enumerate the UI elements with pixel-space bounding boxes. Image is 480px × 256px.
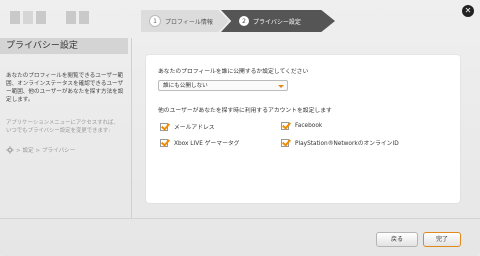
gear-icon [6,146,14,154]
vertical-divider [131,38,132,218]
chevron-down-icon [278,85,284,88]
step-label: プライバシー設定 [253,18,301,26]
step-profile[interactable]: 1 プロフィール情報 [141,10,229,32]
checkbox-email[interactable]: メールアドレス [160,122,215,131]
profile-visibility-select[interactable]: 誰にも公開しない [158,80,288,91]
checkbox-facebook[interactable]: Facebook [281,122,322,130]
dialog: 1 プロフィール情報 2 プライバシー設定 ✕ プライバシー設定 あなたのプロフ… [0,0,480,256]
checkbox-psn[interactable]: PlayStation®NetworkのオンラインID [281,138,399,147]
step-privacy[interactable]: 2 プライバシー設定 [221,10,335,32]
settings-path-text: > 設定 > プライバシー [16,148,76,154]
user-avatar-placeholder [10,11,89,24]
sidebar: プライバシー設定 あなたのプロフィールを閲覧できるユーザー範囲、オンラインステー… [0,38,128,218]
sidebar-title: プライバシー設定 [0,38,128,54]
step-label: プロフィール情報 [165,18,213,26]
checkbox-xbox-live[interactable]: Xbox LIVE ゲーマータグ [160,138,239,147]
done-button[interactable]: 完了 [423,232,461,247]
checkbox-label: メールアドレス [174,125,215,131]
sidebar-hint: アプリケーションメニューにアクセスすれば、いつでもプライバシー設定を変更できます… [6,120,119,134]
close-icon[interactable]: ✕ [462,5,474,17]
checkbox-label: Facebook [295,123,323,129]
step-number: 2 [239,16,249,26]
settings-panel: あなたのプロフィールを誰に公開するか設定してください 誰にも公開しない 他のユー… [146,55,460,203]
wizard-steps: 1 プロフィール情報 2 プライバシー設定 [141,10,335,32]
sidebar-description: あなたのプロフィールを閲覧できるユーザー範囲、オンラインステータスを確認できるユ… [6,73,124,103]
checkbox-label: PlayStation®NetworkのオンラインID [295,141,399,147]
checkbox-checked-icon[interactable] [281,122,289,130]
select-value: 誰にも公開しない [163,83,208,89]
checkbox-checked-icon[interactable] [281,138,289,147]
step-number: 1 [149,15,161,27]
checkbox-checked-icon[interactable] [160,122,168,131]
checkbox-label: Xbox LIVE ゲーマータグ [174,141,240,147]
search-accounts-question: 他のユーザーがあなたを探す時に利用するアカウントを設定します [158,108,332,114]
footer-divider [0,218,480,219]
profile-visibility-question: あなたのプロフィールを誰に公開するか設定してください [158,69,309,75]
back-button[interactable]: 戻る [376,232,418,247]
settings-path: > 設定 > プライバシー [6,146,75,154]
checkbox-checked-icon[interactable] [160,138,168,147]
